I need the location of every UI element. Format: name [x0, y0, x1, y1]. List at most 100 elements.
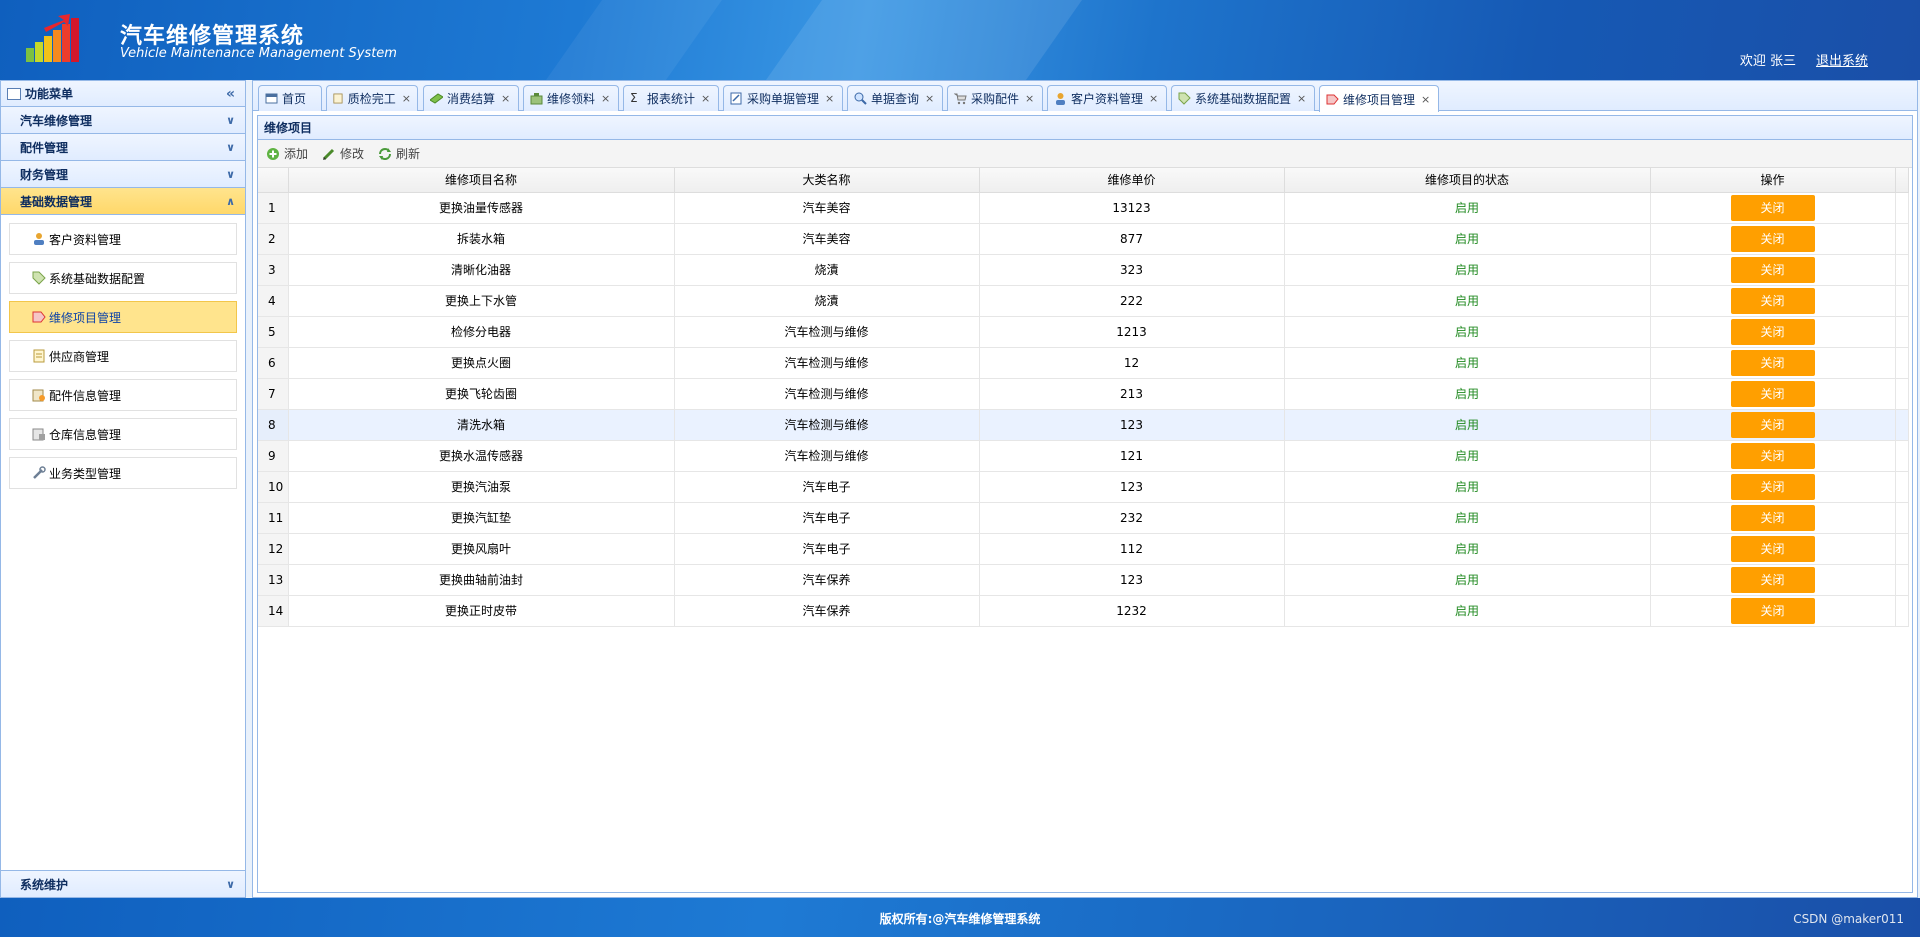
close-icon[interactable]: ×: [825, 92, 834, 105]
column-header-status[interactable]: 维修项目的状态: [1284, 168, 1651, 193]
close-status-button[interactable]: 关闭: [1730, 380, 1815, 407]
table-row[interactable]: 2 拆装水箱 汽车美容 877 启用 关闭: [258, 223, 1909, 255]
refresh-button[interactable]: 刷新: [378, 145, 420, 162]
cell-category: 汽车检测与维修: [674, 409, 980, 441]
sidebar-group-basic-data[interactable]: 基础数据管理 ∧: [1, 188, 245, 215]
sidebar-item-customer[interactable]: 客户资料管理: [9, 223, 237, 255]
close-status-button[interactable]: 关闭: [1730, 194, 1815, 221]
cell-status: 启用: [1284, 502, 1651, 534]
status-text: 启用: [1454, 387, 1479, 401]
close-status-button[interactable]: 关闭: [1730, 566, 1815, 593]
table-row[interactable]: 8 清洗水箱 汽车检测与维修 123 启用 关闭: [258, 409, 1909, 441]
sidebar-item-repair-items[interactable]: 维修项目管理: [9, 301, 237, 333]
close-status-button[interactable]: 关闭: [1730, 473, 1815, 500]
cell-filler: [1895, 192, 1909, 224]
sidebar-group-car-repair[interactable]: 汽车维修管理 ∨: [1, 107, 245, 134]
table-row[interactable]: 3 清晰化油器 烧漬 323 启用 关闭: [258, 254, 1909, 286]
cell-price: 123: [979, 471, 1285, 503]
cell-category: 汽车电子: [674, 533, 980, 565]
row-number: 10: [258, 471, 289, 503]
cell-status: 启用: [1284, 440, 1651, 472]
cell-filler: [1895, 595, 1909, 627]
row-number: 13: [258, 564, 289, 596]
close-status-button[interactable]: 关闭: [1730, 256, 1815, 283]
table-row[interactable]: 6 更换点火圈 汽车检测与维修 12 启用 关闭: [258, 347, 1909, 379]
close-status-button[interactable]: 关闭: [1730, 535, 1815, 562]
sidebar-group-finance[interactable]: 财务管理 ∨: [1, 161, 245, 188]
close-icon[interactable]: ×: [1025, 92, 1034, 105]
column-header-name[interactable]: 维修项目名称: [288, 168, 675, 193]
table-row[interactable]: 9 更换水温传感器 汽车检测与维修 121 启用 关闭: [258, 440, 1909, 472]
sidebar-item-label: 仓库信息管理: [49, 427, 122, 442]
table-row[interactable]: 4 更换上下水管 烧漬 222 启用 关闭: [258, 285, 1909, 317]
add-button[interactable]: 添加: [266, 145, 308, 162]
tab-order-query[interactable]: 单据查询 ×: [847, 85, 943, 111]
tab-report[interactable]: Σ 报表统计 ×: [623, 85, 719, 111]
sidebar-item-parts-info[interactable]: 配件信息管理: [9, 379, 237, 411]
close-status-button[interactable]: 关闭: [1730, 349, 1815, 376]
table-row[interactable]: 10 更换汽油泵 汽车电子 123 启用 关闭: [258, 471, 1909, 503]
close-icon[interactable]: ×: [402, 92, 411, 105]
table-row[interactable]: 1 更换油量传感器 汽车美容 13123 启用 关闭: [258, 192, 1909, 224]
user-icon: [1056, 93, 1065, 105]
cell-name: 更换飞轮齿圈: [288, 378, 675, 410]
close-icon[interactable]: ×: [1297, 92, 1306, 105]
watermark-text: CSDN @maker011: [1793, 912, 1904, 926]
tab-repair-material[interactable]: 维修领料 ×: [523, 85, 619, 111]
close-status-button[interactable]: 关闭: [1730, 287, 1815, 314]
table-row[interactable]: 5 检修分电器 汽车检测与维修 1213 启用 关闭: [258, 316, 1909, 348]
sidebar-title: 功能菜单: [25, 87, 74, 101]
table-row[interactable]: 13 更换曲轴前油封 汽车保养 123 启用 关闭: [258, 564, 1909, 596]
close-icon[interactable]: ×: [501, 92, 510, 105]
tab-home[interactable]: 首页: [258, 85, 322, 111]
close-status-button[interactable]: 关闭: [1730, 318, 1815, 345]
sidebar-item-sys-config[interactable]: 系统基础数据配置: [9, 262, 237, 294]
edit-button[interactable]: 修改: [322, 145, 364, 162]
sidebar-group-system[interactable]: 系统维护 ∨: [1, 870, 245, 897]
column-header-price[interactable]: 维修单价: [979, 168, 1285, 193]
table-row[interactable]: 7 更换飞轮齿圈 汽车检测与维修 213 启用 关闭: [258, 378, 1909, 410]
sidebar-item-warehouse[interactable]: 仓库信息管理: [9, 418, 237, 450]
logout-link[interactable]: 退出系统: [1816, 50, 1868, 69]
close-status-button[interactable]: 关闭: [1730, 442, 1815, 469]
refresh-label: 刷新: [396, 147, 421, 161]
row-number: 4: [258, 285, 289, 317]
sidebar-group-parts[interactable]: 配件管理 ∨: [1, 134, 245, 161]
content-panel: 维修项目 添加 修改 刷新 维修项目名称 大类名称 维修单价 维修项目的状态 操…: [257, 115, 1913, 893]
cell-filler: [1895, 254, 1909, 286]
table-row[interactable]: 14 更换正时皮带 汽车保养 1232 启用 关闭: [258, 595, 1909, 627]
sidebar-item-business-type[interactable]: 业务类型管理: [9, 457, 237, 489]
column-header-category[interactable]: 大类名称: [674, 168, 980, 193]
close-status-button[interactable]: 关闭: [1730, 597, 1815, 624]
tab-customer-info[interactable]: 客户资料管理 ×: [1047, 85, 1167, 111]
collapse-icon[interactable]: «: [226, 86, 235, 102]
cell-action: 关闭: [1650, 595, 1896, 627]
close-icon[interactable]: ×: [1149, 92, 1158, 105]
cell-category: 汽车电子: [674, 502, 980, 534]
close-icon[interactable]: ×: [925, 92, 934, 105]
tab-quality-check[interactable]: 质检完工 ×: [326, 85, 418, 111]
warehouse-icon: [32, 428, 45, 441]
home-icon: [265, 93, 278, 104]
cell-name: 更换水温传感器: [288, 440, 675, 472]
close-icon[interactable]: ×: [601, 92, 610, 105]
sidebar-group-label: 汽车维修管理: [20, 113, 93, 128]
row-number: 12: [258, 533, 289, 565]
sidebar-group-label: 基础数据管理: [20, 194, 93, 209]
tab-purchase-parts[interactable]: 采购配件 ×: [947, 85, 1043, 111]
tab-settlement[interactable]: 消费结算 ×: [423, 85, 519, 111]
table-row[interactable]: 11 更换汽缸垫 汽车电子 232 启用 关闭: [258, 502, 1909, 534]
money-icon: [430, 93, 443, 104]
cell-filler: [1895, 223, 1909, 255]
table-row[interactable]: 12 更换风扇叶 汽车电子 112 启用 关闭: [258, 533, 1909, 565]
close-status-button[interactable]: 关闭: [1730, 504, 1815, 531]
close-icon[interactable]: ×: [701, 92, 710, 105]
sidebar-item-supplier[interactable]: 供应商管理: [9, 340, 237, 372]
close-status-button[interactable]: 关闭: [1730, 225, 1815, 252]
close-status-button[interactable]: 关闭: [1730, 411, 1815, 438]
tab-sys-config[interactable]: 系统基础数据配置 ×: [1171, 85, 1315, 111]
tab-repair-items[interactable]: 维修项目管理 ×: [1319, 85, 1439, 112]
close-icon[interactable]: ×: [1421, 93, 1430, 106]
tab-purchase-orders[interactable]: 采购单据管理 ×: [723, 85, 843, 111]
cell-action: 关闭: [1650, 285, 1896, 317]
